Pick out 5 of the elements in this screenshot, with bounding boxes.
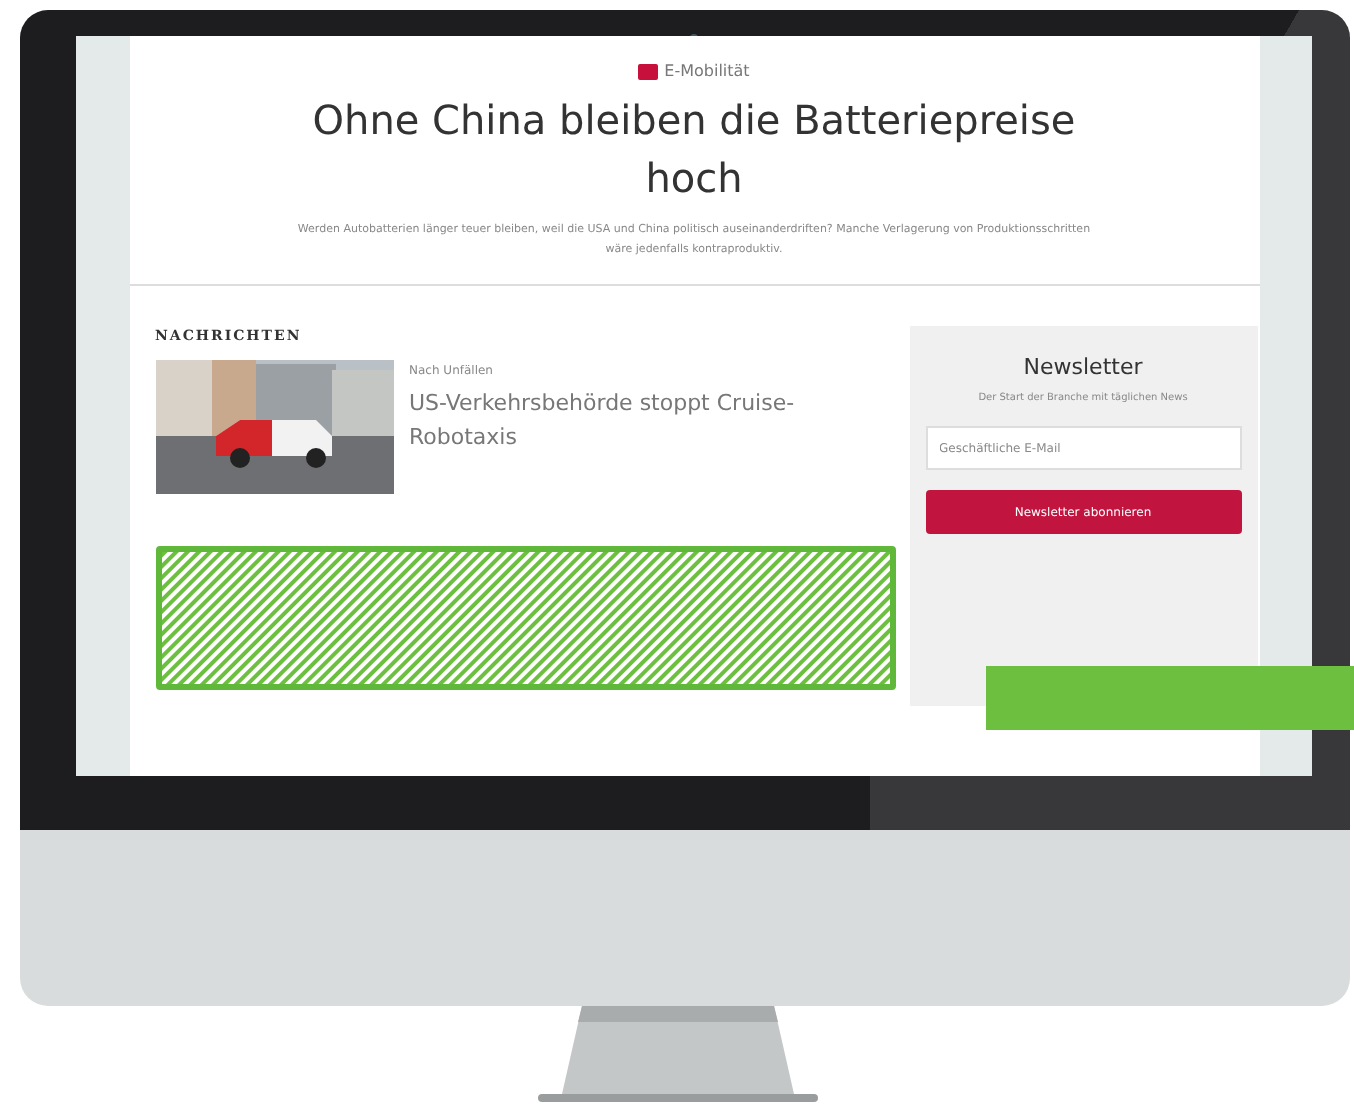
logo-icon [638,63,659,79]
newsletter-title: Newsletter [1023,354,1143,380]
news-headline[interactable]: US-Verkehrsbehörde stoppt Cruise-Robotaxis [409,386,809,454]
article-title: Ohne China bleiben die Batteriepreise hoch [310,94,1078,206]
category-label[interactable]: E-Mobilität [664,62,750,80]
